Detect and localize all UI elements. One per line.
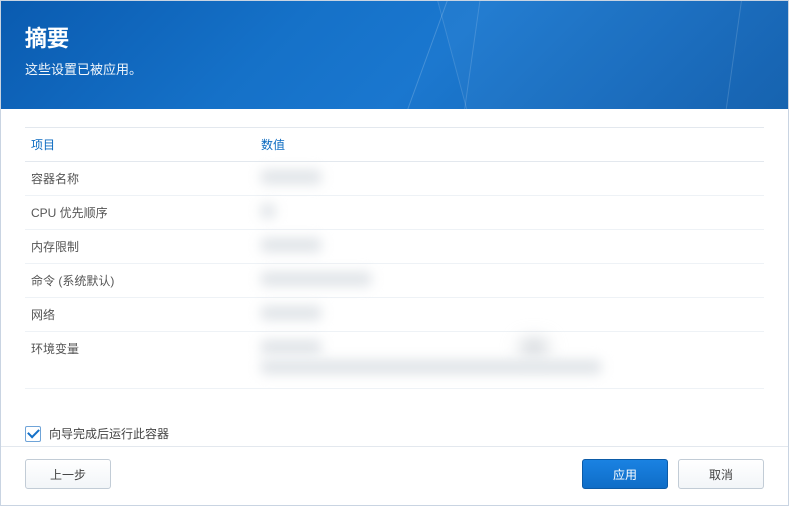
table-row: 命令 (系统默认) [25, 264, 764, 298]
row-value [255, 332, 764, 389]
col-header-value: 数值 [255, 128, 764, 162]
apply-button[interactable]: 应用 [582, 459, 668, 489]
summary-table: 项目 数值 容器名称 CPU 优先顺序 内存限制 命令 [25, 127, 764, 389]
row-value [255, 162, 764, 196]
row-label: 容器名称 [25, 162, 255, 196]
footer: 上一步 应用 取消 [1, 446, 788, 505]
wizard-dialog: 摘要 这些设置已被应用。 项目 数值 容器名称 CPU 优先顺序 [0, 0, 789, 506]
banner-subtitle: 这些设置已被应用。 [25, 59, 764, 78]
row-value [255, 264, 764, 298]
row-value [255, 230, 764, 264]
table-row: CPU 优先顺序 [25, 196, 764, 230]
table-row: 容器名称 [25, 162, 764, 196]
row-label: 命令 (系统默认) [25, 264, 255, 298]
row-label: 网络 [25, 298, 255, 332]
row-value [255, 298, 764, 332]
table-row: 网络 [25, 298, 764, 332]
run-after-wizard-checkbox[interactable] [25, 426, 41, 442]
row-label: 内存限制 [25, 230, 255, 264]
table-row: 内存限制 [25, 230, 764, 264]
cancel-button[interactable]: 取消 [678, 459, 764, 489]
back-button[interactable]: 上一步 [25, 459, 111, 489]
row-value [255, 196, 764, 230]
table-row: 环境变量 [25, 332, 764, 389]
summary-content: 项目 数值 容器名称 CPU 优先顺序 内存限制 命令 [1, 109, 788, 413]
col-header-item: 项目 [25, 128, 255, 162]
run-after-wizard-label: 向导完成后运行此容器 [49, 425, 169, 442]
banner-title: 摘要 [25, 21, 764, 53]
row-label: 环境变量 [25, 332, 255, 389]
row-label: CPU 优先顺序 [25, 196, 255, 230]
run-after-wizard-row: 向导完成后运行此容器 [1, 413, 788, 446]
banner: 摘要 这些设置已被应用。 [1, 1, 788, 109]
